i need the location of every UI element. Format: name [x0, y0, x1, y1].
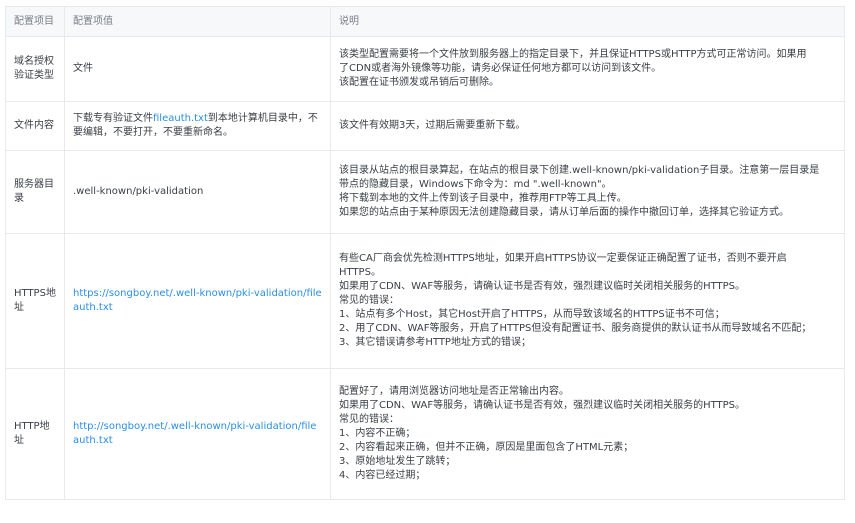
- description-line: 3、原始地址发生了跳转；: [339, 456, 456, 467]
- description-line: 1、站点有多个Host，其它Host开启了HTTPS，从而导致该域名的HTTPS…: [339, 309, 725, 320]
- table-row: 服务器目录 .well-known/pki-validation 该目录从站点的…: [5, 150, 845, 234]
- row-description: 有些CA厂商会优先检测HTTPS地址，如果开启HTTPS协议一定要保证正确配置了…: [330, 233, 845, 369]
- config-table: 配置项目 配置项值 说明 域名授权验证类型 文件 该类型配置需要将一个文件放到服…: [5, 6, 845, 500]
- description-line: 将下载到本地的文件上传到该子目录中，推荐用FTP等工具上传。: [339, 193, 627, 204]
- description-line: 3、其它错误请参考HTTP地址方式的错误；: [339, 337, 531, 348]
- description-line: 2、用了CDN、WAF等服务，开启了HTTPS但没有配置证书、服务商提供的默认证…: [339, 323, 812, 334]
- row-description: 配置好了，请用浏览器访问地址是否正常输出内容。 如果用了CDN、WAF等服务，请…: [330, 368, 845, 500]
- description-line: 如果您的站点由于某种原因无法创建隐藏目录，请从订单后面的操作中撤回订单，选择其它…: [339, 207, 789, 218]
- row-description: 该文件有效期3天，过期后需要重新下载。: [330, 101, 845, 151]
- description-line: 该类型配置需要将一个文件放到服务器上的指定目录下，并且保证HTTPS或HTTP方…: [339, 49, 807, 60]
- description-line: 2、内容看起来正确，但并不正确，原因是里面包含了HTML元素；: [339, 442, 634, 453]
- header-item: 配置项目: [5, 6, 65, 37]
- description-line: 该文件有效期3天，过期后需要重新下载。: [339, 120, 526, 131]
- header-description: 说明: [330, 6, 845, 37]
- row-item: 文件内容: [5, 101, 65, 151]
- table-row: HTTP地址 http://songboy.net/.well-known/pk…: [5, 368, 845, 500]
- description-line: 有些CA厂商会优先检测HTTPS地址，如果开启HTTPS协议一定要保证正确配置了…: [339, 253, 787, 264]
- table-row: 文件内容 下载专有验证文件fileauth.txt到本地计算机目录中，不要编辑，…: [5, 101, 845, 151]
- http-address-link[interactable]: http://songboy.net/.well-known/pki-valid…: [73, 420, 322, 448]
- description-line: 该配置在证书颁发或吊销后可删除。: [339, 77, 499, 88]
- table-row: HTTPS地址 https://songboy.net/.well-known/…: [5, 233, 845, 369]
- row-value: http://songboy.net/.well-known/pki-valid…: [64, 368, 331, 500]
- row-value: 下载专有验证文件fileauth.txt到本地计算机目录中，不要编辑，不要打开，…: [64, 101, 331, 151]
- description-line: 该目录从站点的根目录算起，在站点的根目录下创建.well-known/pki-v…: [339, 165, 820, 176]
- description-line: 常见的错误：: [339, 295, 399, 306]
- description-line: HTTPS。: [339, 267, 381, 278]
- description-line: 常见的错误：: [339, 414, 399, 425]
- page: 配置项目 配置项值 说明 域名授权验证类型 文件 该类型配置需要将一个文件放到服…: [0, 0, 855, 523]
- row-item: 服务器目录: [5, 150, 65, 234]
- row-value: .well-known/pki-validation: [64, 150, 331, 234]
- description-line: 配置好了，请用浏览器访问地址是否正常输出内容。: [339, 386, 569, 397]
- row-item: HTTP地址: [5, 368, 65, 500]
- https-address-link[interactable]: https://songboy.net/.well-known/pki-vali…: [73, 287, 322, 315]
- table-header-row: 配置项目 配置项值 说明: [5, 6, 845, 37]
- description-line: 如果用了CDN、WAF等服务，请确认证书是否有效，强烈建议临时关闭相关服务的HT…: [339, 281, 746, 292]
- description-line: 4、内容已经过期；: [339, 470, 426, 481]
- value-text: 下载专有验证文件: [73, 113, 153, 124]
- row-item: 域名授权验证类型: [5, 36, 65, 102]
- row-value: 文件: [64, 36, 331, 102]
- row-description: 该目录从站点的根目录算起，在站点的根目录下创建.well-known/pki-v…: [330, 150, 845, 234]
- row-description: 该类型配置需要将一个文件放到服务器上的指定目录下，并且保证HTTPS或HTTP方…: [330, 36, 845, 102]
- description-line: 如果用了CDN、WAF等服务，请确认证书是否有效，强烈建议临时关闭相关服务的HT…: [339, 400, 746, 411]
- header-value: 配置项值: [64, 6, 331, 37]
- table-row: 域名授权验证类型 文件 该类型配置需要将一个文件放到服务器上的指定目录下，并且保…: [5, 36, 845, 102]
- row-value: https://songboy.net/.well-known/pki-vali…: [64, 233, 331, 369]
- row-item: HTTPS地址: [5, 233, 65, 369]
- description-line: 1、内容不正确；: [339, 428, 416, 439]
- download-fileauth-link[interactable]: fileauth.txt: [153, 113, 208, 124]
- description-line: 了CDN或者海外镜像等功能，请务必保证任何地方都可以访问到该文件。: [339, 63, 662, 74]
- description-line: 带点的隐藏目录，Windows下命令为：md ".well-known"。: [339, 179, 612, 190]
